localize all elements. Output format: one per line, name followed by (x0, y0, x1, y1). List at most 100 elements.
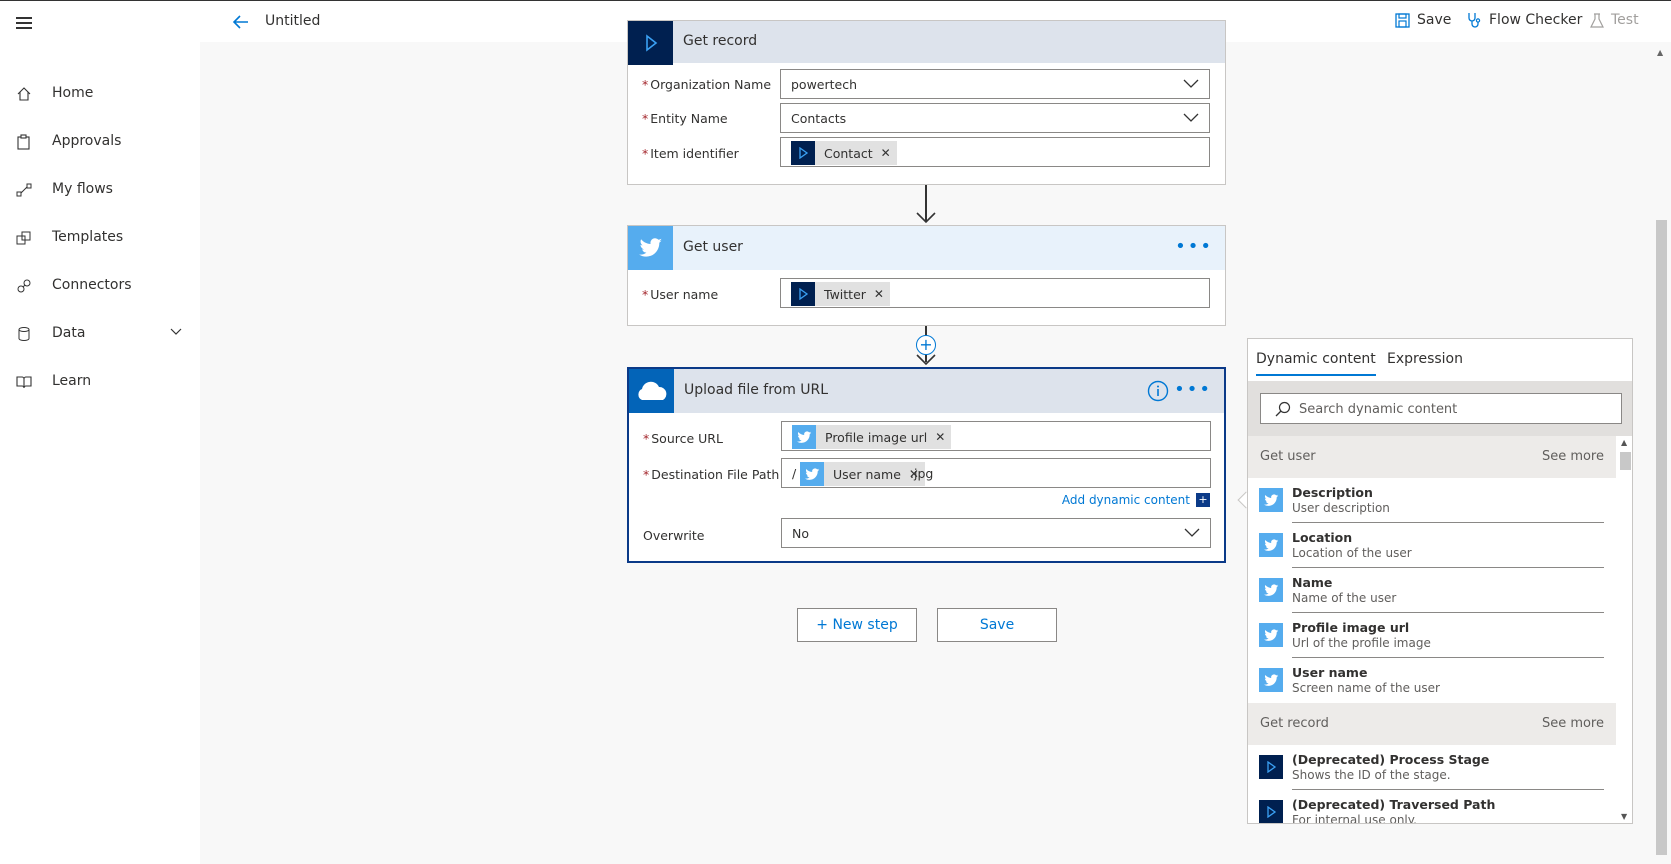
card-title: Get record (683, 33, 758, 49)
item-title: Location (1292, 530, 1353, 545)
search-dynamic-input[interactable]: Search dynamic content (1260, 393, 1622, 424)
field-label: * User name (642, 287, 719, 302)
nav-label: Approvals (52, 133, 122, 149)
dynamics-logo-icon (1259, 800, 1283, 823)
search-icon (1275, 401, 1291, 417)
flow-title[interactable]: Untitled (265, 13, 320, 29)
remove-token-icon[interactable]: ✕ (881, 146, 891, 160)
chevron-down-icon[interactable] (170, 328, 182, 336)
field-value: No (792, 526, 809, 541)
dynamic-token[interactable]: User name ✕ (800, 462, 925, 486)
flow-checker-button[interactable]: Flow Checker (1466, 12, 1582, 28)
more-options-icon[interactable]: ••• (1175, 236, 1213, 257)
nav-item-approvals[interactable]: Approvals (0, 122, 200, 162)
list-item[interactable]: Description User description (1248, 478, 1616, 523)
field-label: Overwrite (643, 528, 705, 543)
field-label: * Source URL (643, 431, 723, 446)
get-user-card: Get user ••• * User name Twitter ✕ (627, 225, 1226, 326)
dynamic-token[interactable]: Contact ✕ (791, 141, 897, 165)
flow-checker-label: Flow Checker (1489, 12, 1583, 28)
field-value: Contacts (791, 111, 847, 126)
save-button[interactable]: Save (937, 608, 1057, 642)
list-item[interactable]: User name Screen name of the user (1248, 658, 1616, 703)
item-subtitle: Url of the profile image (1292, 636, 1431, 650)
add-dynamic-content-link[interactable]: Add dynamic content + (1062, 493, 1210, 507)
item-identifier-input[interactable]: Contact ✕ (780, 137, 1210, 167)
scroll-up-icon[interactable]: ▲ (1621, 438, 1627, 447)
field-label: * Item identifier (642, 146, 739, 161)
item-title: Profile image url (1292, 620, 1410, 635)
flask-icon (1590, 12, 1604, 28)
scroll-up-icon[interactable]: ▲ (1657, 48, 1663, 57)
field-label: * Organization Name (642, 77, 772, 92)
section-name: Get record (1260, 716, 1329, 731)
nav-item-learn[interactable]: Learn (0, 362, 200, 402)
panel-scrollbar-thumb[interactable] (1620, 452, 1631, 470)
dynamic-token[interactable]: Twitter ✕ (791, 282, 890, 306)
search-area: Search dynamic content (1248, 381, 1632, 436)
get-record-card: Get record * Organization Name powertech … (627, 20, 1226, 185)
token-label: Twitter (824, 286, 866, 302)
nav-item-my-flows[interactable]: My flows (0, 170, 200, 210)
scrollbar-thumb[interactable] (1656, 220, 1667, 855)
test-button[interactable]: Test (1590, 12, 1639, 28)
see-more-link[interactable]: See more (1542, 716, 1604, 731)
section-name: Get user (1260, 449, 1316, 464)
organization-name-dropdown[interactable]: powertech (780, 69, 1210, 99)
save-command-button[interactable]: Save (1395, 12, 1451, 28)
tab-expression[interactable]: Expression (1387, 351, 1463, 367)
chevron-down-icon (1184, 528, 1200, 537)
twitter-logo-icon (800, 462, 824, 486)
twitter-logo-icon (1259, 488, 1283, 512)
destination-file-path-input[interactable]: / User name ✕ .jpg (781, 458, 1211, 488)
chevron-down-icon (1183, 113, 1199, 122)
hamburger-menu-icon[interactable] (16, 17, 32, 29)
item-subtitle: For internal use only. (1292, 813, 1417, 824)
remove-token-icon[interactable]: ✕ (935, 430, 945, 444)
twitter-logo-icon (628, 226, 673, 270)
list-item[interactable]: (Deprecated) Process Stage Shows the ID … (1248, 745, 1616, 790)
save-command-label: Save (1417, 12, 1452, 28)
upload-file-header[interactable]: Upload file from URL ••• (629, 369, 1224, 413)
twitter-logo-icon (792, 425, 816, 449)
nav-label: Templates (52, 229, 124, 245)
back-arrow-icon[interactable] (230, 11, 252, 33)
insert-step-plus-icon[interactable]: + (916, 335, 936, 355)
info-icon[interactable] (1147, 380, 1169, 402)
dynamics-logo-icon (628, 21, 673, 65)
nav-label: Connectors (52, 277, 132, 293)
nav-item-home[interactable]: Home (0, 74, 200, 114)
test-label: Test (1611, 12, 1639, 28)
item-title: (Deprecated) Process Stage (1292, 752, 1490, 767)
see-more-link[interactable]: See more (1542, 449, 1604, 464)
get-user-header[interactable]: Get user ••• (628, 226, 1225, 270)
overwrite-dropdown[interactable]: No (781, 518, 1211, 548)
item-subtitle: Screen name of the user (1292, 681, 1440, 695)
user-name-input[interactable]: Twitter ✕ (780, 278, 1210, 308)
tab-dynamic-content[interactable]: Dynamic content (1256, 351, 1376, 376)
get-record-header[interactable]: Get record (628, 21, 1225, 65)
card-title: Get user (683, 239, 743, 255)
source-url-input[interactable]: Profile image url ✕ (781, 421, 1211, 451)
twitter-logo-icon (1259, 623, 1283, 647)
item-title: Name (1292, 575, 1333, 590)
scroll-down-icon[interactable]: ▼ (1621, 812, 1627, 821)
list-item[interactable]: Profile image url Url of the profile ima… (1248, 613, 1616, 658)
list-item[interactable]: (Deprecated) Traversed Path For internal… (1248, 790, 1616, 824)
dynamic-token[interactable]: Profile image url ✕ (792, 425, 952, 449)
field-label: * Entity Name (642, 111, 728, 126)
canvas-scrollbar[interactable]: ▲ (1652, 42, 1671, 864)
nav-item-data[interactable]: Data (0, 314, 200, 354)
item-subtitle: Location of the user (1292, 546, 1412, 560)
chevron-down-icon (1183, 79, 1199, 88)
more-options-icon[interactable]: ••• (1174, 379, 1212, 400)
list-item[interactable]: Location Location of the user (1248, 523, 1616, 568)
entity-name-dropdown[interactable]: Contacts (780, 103, 1210, 133)
twitter-logo-icon (1259, 668, 1283, 692)
nav-item-templates[interactable]: Templates (0, 218, 200, 258)
remove-token-icon[interactable]: ✕ (874, 287, 884, 301)
panel-scrollbar[interactable]: ▲ ▼ (1616, 436, 1632, 823)
nav-item-connectors[interactable]: Connectors (0, 266, 200, 306)
list-item[interactable]: Name Name of the user (1248, 568, 1616, 613)
new-step-button[interactable]: + New step (797, 608, 917, 642)
